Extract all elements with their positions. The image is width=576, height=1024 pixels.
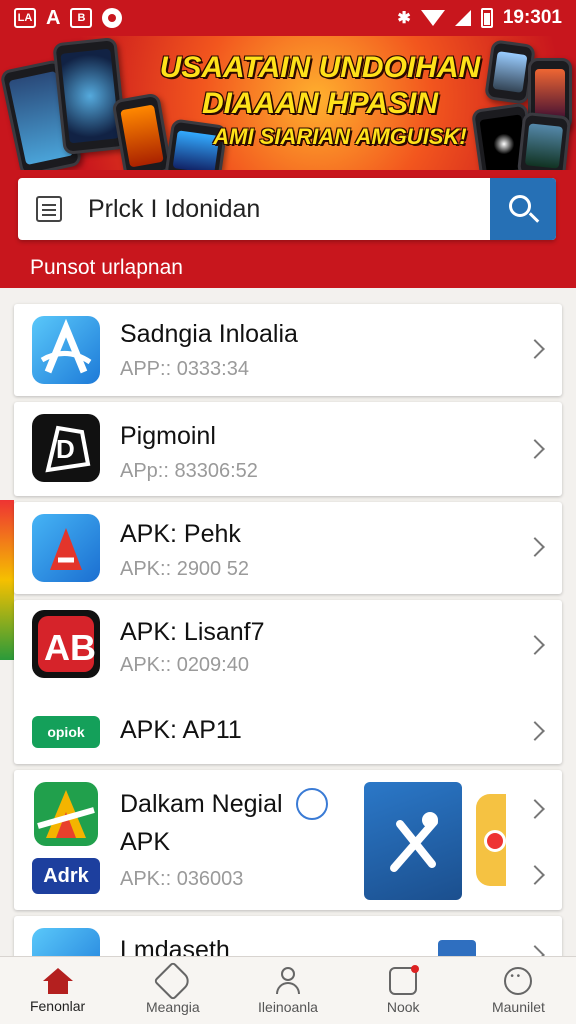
app-notification-icon [102,8,123,28]
section-label: Punsot urlapnan [30,256,183,279]
app-card-group: AB APK: Lisanf7 APK:: 0209:40 opiok APK:… [14,600,562,764]
red-ab-icon: AB [32,610,100,678]
green-opiok-icon: opiok [32,716,100,748]
chat-icon [389,964,420,995]
bottom-navigation: Fenonlar Meangia Ileinoanla Nook Maunile… [0,956,576,1024]
app-subtitle: APp:: 83306:52 [120,460,258,482]
nav-more[interactable]: Maunilet [461,957,576,1024]
chevron-right-icon[interactable] [525,865,545,885]
app-card[interactable]: APK: Pehk APK:: 2900 52 [14,502,562,594]
side-decoration [0,500,14,660]
clock: 19:301 [502,7,562,28]
banner-headline: USAATAIN UNDOIHAN DIAAAN HPASIN AMI SIAR… [159,51,481,149]
blue-a-icon [32,316,100,384]
wifi-icon [420,10,445,26]
google-a-icon [32,780,100,848]
tag-icon [152,960,193,1001]
list-icon[interactable] [36,196,62,222]
app-card[interactable]: Sadngia Inloalia APP:: 0333:34 [14,304,562,396]
app-title: Dalkam Negial [120,790,283,818]
chevron-right-icon[interactable] [525,339,545,359]
chevron-right-icon[interactable] [525,635,545,655]
battery-icon [480,8,493,28]
adrk-badge: Adrk [32,858,100,894]
bluetooth-icon: ✱ [397,10,411,27]
smile-icon [504,966,533,995]
nav-category[interactable]: Meangia [115,957,230,1024]
app-card[interactable]: Adrk Dalkam Negial APK APK:: 036003 [14,770,562,910]
notification-a-icon: A [46,6,61,29]
app-title: Pigmoinl [120,422,216,450]
tools-app-icon[interactable] [364,782,462,900]
app-subtitle: APK:: 2900 52 [120,558,249,580]
app-subtitle: APP:: 0333:34 [120,358,249,380]
nav-messages[interactable]: Nook [346,957,461,1024]
chevron-right-icon[interactable] [525,721,545,741]
red-a-icon [32,514,100,582]
black-d-icon: D [32,414,100,482]
status-bar: LA A B ✱ 19:301 [0,0,576,36]
notification-icon: LA [14,8,36,28]
app-title: Sadngia Inloalia [120,320,298,348]
app-title: APK: Pehk [120,520,241,548]
phone-image [516,111,572,176]
search-button[interactable] [490,178,556,240]
list-item[interactable]: opiok APK: AP11 [14,704,562,760]
nav-profile[interactable]: Ileinoanla [230,957,345,1024]
nav-home[interactable]: Fenonlar [0,957,115,1024]
promo-banner[interactable]: USAATAIN UNDOIHAN DIAAAN HPASIN AMI SIAR… [0,36,576,176]
search-bar[interactable]: Prlck I Idonidan [18,178,556,240]
list-item[interactable]: AB APK: Lisanf7 APK:: 0209:40 [14,600,562,692]
app-card[interactable]: D Pigmoinl APp:: 83306:52 [14,402,562,496]
notification-b-icon: B [70,8,93,28]
verified-icon [296,788,328,820]
phone-image [52,36,128,156]
search-input[interactable]: Prlck I Idonidan [88,195,490,224]
person-icon [274,966,302,995]
chevron-right-icon[interactable] [525,799,545,819]
app-title: APK: AP11 [120,716,242,744]
app-subtitle: APK:: 036003 [120,868,244,890]
signal-icon [454,10,471,26]
chevron-right-icon[interactable] [525,439,545,459]
svg-text:D: D [56,434,75,464]
app-title: APK: Lisanf7 [120,618,265,646]
app-title-line2: APK [120,828,171,856]
yellow-app-icon [476,794,506,886]
search-header: Prlck I Idonidan Punsot urlapnan [0,170,576,288]
app-subtitle: APK:: 0209:40 [120,654,249,676]
chevron-right-icon[interactable] [525,537,545,557]
search-icon [509,195,531,217]
svg-text:AB: AB [44,627,96,668]
home-icon [42,967,73,994]
